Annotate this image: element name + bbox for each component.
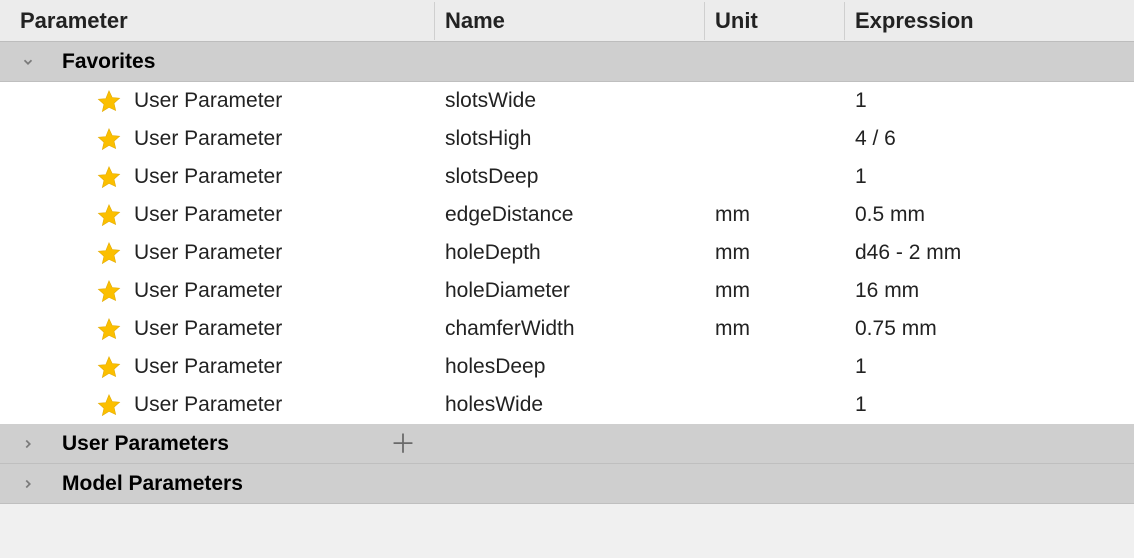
chevron-down-icon	[20, 54, 36, 70]
parameter-name-cell[interactable]: slotsDeep	[434, 165, 704, 189]
parameter-expression-cell[interactable]: 4 / 6	[844, 127, 1134, 151]
chevron-right-icon	[20, 436, 36, 452]
col-header-expression[interactable]: Expression	[844, 2, 1134, 40]
star-icon[interactable]	[96, 240, 122, 266]
star-icon[interactable]	[96, 392, 122, 418]
star-icon[interactable]	[96, 164, 122, 190]
table-row[interactable]: User Parameter holesDeep 1	[0, 348, 1134, 386]
parameter-type-label: User Parameter	[134, 279, 282, 303]
parameter-expression-cell[interactable]: 1	[844, 355, 1134, 379]
parameter-type-label: User Parameter	[134, 317, 282, 341]
star-icon[interactable]	[96, 354, 122, 380]
table-row[interactable]: User Parameter holeDiametermm16 mm	[0, 272, 1134, 310]
group-user-parameters[interactable]: User Parameters ＋	[0, 424, 1134, 464]
table-row[interactable]: User Parameter chamferWidthmm0.75 mm	[0, 310, 1134, 348]
col-header-name[interactable]: Name	[434, 2, 704, 40]
parameter-name-cell[interactable]: edgeDistance	[434, 203, 704, 227]
parameter-type-label: User Parameter	[134, 355, 282, 379]
parameter-type-label: User Parameter	[134, 203, 282, 227]
parameter-expression-cell[interactable]: d46 - 2 mm	[844, 241, 1134, 265]
parameter-expression-cell[interactable]: 16 mm	[844, 279, 1134, 303]
star-icon[interactable]	[96, 202, 122, 228]
parameter-type-label: User Parameter	[134, 241, 282, 265]
parameter-expression-cell[interactable]: 1	[844, 165, 1134, 189]
table-row[interactable]: User Parameter edgeDistancemm0.5 mm	[0, 196, 1134, 234]
parameter-name-cell[interactable]: holeDiameter	[434, 279, 704, 303]
parameters-table: Parameter Name Unit Expression Favorites…	[0, 0, 1134, 504]
group-favorites-label: Favorites	[62, 50, 155, 74]
parameter-name-cell[interactable]: holesWide	[434, 393, 704, 417]
parameter-type-label: User Parameter	[134, 393, 282, 417]
parameter-unit-cell[interactable]: mm	[704, 241, 844, 265]
group-favorites[interactable]: Favorites	[0, 42, 1134, 82]
parameter-unit-cell[interactable]: mm	[704, 203, 844, 227]
table-row[interactable]: User Parameter holesWide 1	[0, 386, 1134, 424]
parameter-type-label: User Parameter	[134, 89, 282, 113]
group-model-parameters[interactable]: Model Parameters	[0, 464, 1134, 504]
star-icon[interactable]	[96, 126, 122, 152]
parameter-type-label: User Parameter	[134, 165, 282, 189]
parameter-expression-cell[interactable]: 1	[844, 89, 1134, 113]
table-header-row: Parameter Name Unit Expression	[0, 0, 1134, 42]
parameter-expression-cell[interactable]: 1	[844, 393, 1134, 417]
group-user-parameters-label: User Parameters	[62, 432, 229, 456]
parameter-unit-cell[interactable]: mm	[704, 279, 844, 303]
col-header-parameter[interactable]: Parameter	[0, 2, 434, 40]
table-row[interactable]: User Parameter slotsHigh 4 / 6	[0, 120, 1134, 158]
chevron-right-icon	[20, 476, 36, 492]
table-row[interactable]: User Parameter slotsWide 1	[0, 82, 1134, 120]
col-header-unit[interactable]: Unit	[704, 2, 844, 40]
group-model-parameters-label: Model Parameters	[62, 472, 243, 496]
star-icon[interactable]	[96, 316, 122, 342]
table-row[interactable]: User Parameter slotsDeep 1	[0, 158, 1134, 196]
table-row[interactable]: User Parameter holeDepthmmd46 - 2 mm	[0, 234, 1134, 272]
star-icon[interactable]	[96, 88, 122, 114]
parameter-expression-cell[interactable]: 0.5 mm	[844, 203, 1134, 227]
parameter-name-cell[interactable]: chamferWidth	[434, 317, 704, 341]
parameter-name-cell[interactable]: holeDepth	[434, 241, 704, 265]
parameter-type-label: User Parameter	[134, 127, 282, 151]
parameter-expression-cell[interactable]: 0.75 mm	[844, 317, 1134, 341]
parameter-name-cell[interactable]: slotsHigh	[434, 127, 704, 151]
star-icon[interactable]	[96, 278, 122, 304]
parameter-unit-cell[interactable]: mm	[704, 317, 844, 341]
parameter-name-cell[interactable]: holesDeep	[434, 355, 704, 379]
parameter-name-cell[interactable]: slotsWide	[434, 89, 704, 113]
add-user-parameter-button[interactable]: ＋	[390, 431, 416, 457]
